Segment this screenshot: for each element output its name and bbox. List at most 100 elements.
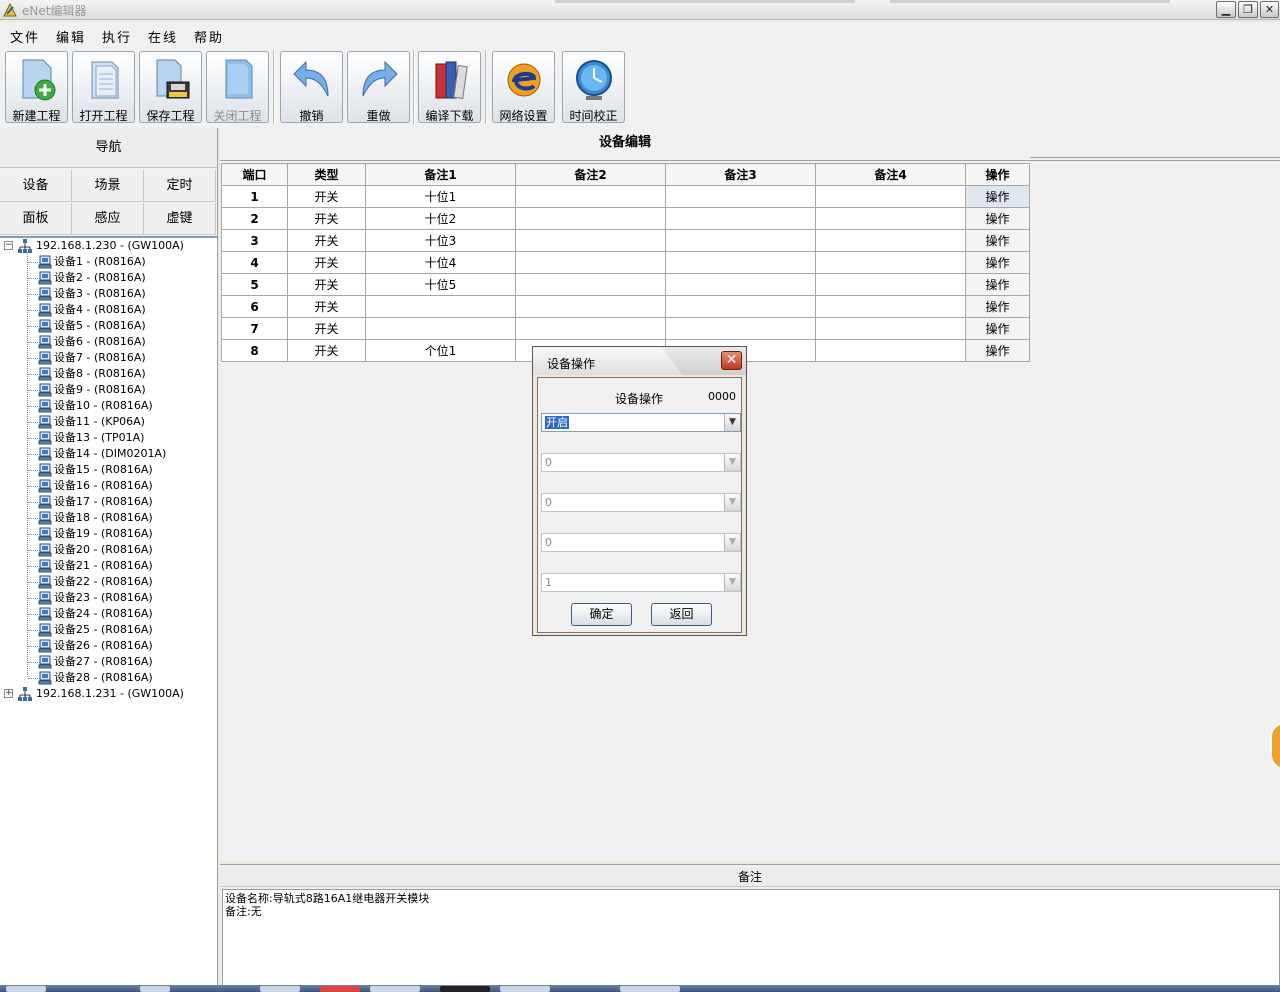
table-row[interactable]: 3 开关 十位3 操作 <box>221 229 1030 252</box>
note4-cell[interactable] <box>815 273 966 296</box>
note1-cell[interactable]: 十位1 <box>365 185 516 208</box>
note2-cell[interactable] <box>515 229 666 252</box>
table-row[interactable]: 1 开关 十位1 操作 <box>221 185 1030 208</box>
operation-cell[interactable]: 操作 <box>965 251 1030 274</box>
note1-cell[interactable]: 个位1 <box>365 339 516 362</box>
note3-cell[interactable] <box>665 317 816 340</box>
note4-cell[interactable] <box>815 185 966 208</box>
note1-cell[interactable]: 十位2 <box>365 207 516 230</box>
column-header-operation[interactable]: 操作 <box>965 163 1030 186</box>
port-cell[interactable]: 8 <box>221 339 288 362</box>
chevron-down-icon[interactable]: ▼ <box>724 534 740 551</box>
tree-gateway-node[interactable]: − 192.168.1.230 - (GW100A) <box>0 238 217 254</box>
port-cell[interactable]: 7 <box>221 317 288 340</box>
type-cell[interactable]: 开关 <box>287 339 366 362</box>
restore-button[interactable]: ❐ <box>1238 1 1258 18</box>
tree-device-node[interactable]: 设备13 - (TP01A) <box>0 430 217 446</box>
tree-device-node[interactable]: 设备25 - (R0816A) <box>0 622 217 638</box>
tree-device-node[interactable]: 设备28 - (R0816A) <box>0 670 217 686</box>
dialog-close-button[interactable]: ✕ <box>721 351 742 370</box>
tree-device-node[interactable]: 设备24 - (R0816A) <box>0 606 217 622</box>
tree-device-node[interactable]: 设备15 - (R0816A) <box>0 462 217 478</box>
taskbar-item[interactable] <box>140 986 170 992</box>
port-cell[interactable]: 6 <box>221 295 288 318</box>
param4-select[interactable]: 1 ▼ <box>541 573 741 592</box>
column-header-note3[interactable]: 备注3 <box>665 163 816 186</box>
note4-cell[interactable] <box>815 339 966 362</box>
nav-device-button[interactable]: 设备 <box>0 170 72 202</box>
type-cell[interactable]: 开关 <box>287 273 366 296</box>
taskbar-item[interactable] <box>260 986 300 992</box>
tree-device-node[interactable]: 设备6 - (R0816A) <box>0 334 217 350</box>
chevron-down-icon[interactable]: ▼ <box>724 454 740 471</box>
note1-cell[interactable] <box>365 317 516 340</box>
operation-cell[interactable]: 操作 <box>965 207 1030 230</box>
note2-cell[interactable] <box>515 273 666 296</box>
note1-cell[interactable] <box>365 295 516 318</box>
note3-cell[interactable] <box>665 295 816 318</box>
menu-help[interactable]: 帮助 <box>194 27 224 46</box>
chevron-down-icon[interactable]: ▼ <box>724 574 740 591</box>
note2-cell[interactable] <box>515 251 666 274</box>
time-calibration-button[interactable]: 时间校正 <box>562 51 625 123</box>
new-project-button[interactable]: 新建工程 <box>5 51 68 123</box>
nav-timer-button[interactable]: 定时 <box>144 170 216 202</box>
tree-device-node[interactable]: 设备21 - (R0816A) <box>0 558 217 574</box>
table-row[interactable]: 5 开关 十位5 操作 <box>221 273 1030 296</box>
tree-device-node[interactable]: 设备5 - (R0816A) <box>0 318 217 334</box>
redo-button[interactable]: 重做 <box>347 51 410 123</box>
tree-device-node[interactable]: 设备19 - (R0816A) <box>0 526 217 542</box>
note4-cell[interactable] <box>815 207 966 230</box>
tree-device-node[interactable]: 设备4 - (R0816A) <box>0 302 217 318</box>
menu-file[interactable]: 文件 <box>10 27 40 46</box>
operation-cell[interactable]: 操作 <box>965 229 1030 252</box>
type-cell[interactable]: 开关 <box>287 185 366 208</box>
tree-device-node[interactable]: 设备11 - (KP06A) <box>0 414 217 430</box>
taskbar-item[interactable] <box>620 986 680 992</box>
minimize-button[interactable]: ▁ <box>1216 1 1236 18</box>
taskbar-item[interactable] <box>440 986 490 992</box>
note3-cell[interactable] <box>665 273 816 296</box>
note3-cell[interactable] <box>665 251 816 274</box>
column-header-note1[interactable]: 备注1 <box>365 163 516 186</box>
taskbar-item[interactable] <box>500 986 550 992</box>
chevron-down-icon[interactable]: ▼ <box>724 414 740 431</box>
note1-cell[interactable]: 十位3 <box>365 229 516 252</box>
operation-cell[interactable]: 操作 <box>965 185 1030 208</box>
param3-select[interactable]: 0 ▼ <box>541 533 741 552</box>
close-project-button[interactable]: 关闭工程 <box>206 51 269 123</box>
port-cell[interactable]: 4 <box>221 251 288 274</box>
note4-cell[interactable] <box>815 229 966 252</box>
close-window-button[interactable]: ✕ <box>1260 1 1279 18</box>
nav-scene-button[interactable]: 场景 <box>72 170 144 202</box>
note3-cell[interactable] <box>665 185 816 208</box>
expand-icon[interactable]: + <box>4 689 13 698</box>
compile-download-button[interactable]: 编译下载 <box>418 51 481 123</box>
type-cell[interactable]: 开关 <box>287 295 366 318</box>
note2-cell[interactable] <box>515 295 666 318</box>
table-row[interactable]: 2 开关 十位2 操作 <box>221 207 1030 230</box>
tree-device-node[interactable]: 设备22 - (R0816A) <box>0 574 217 590</box>
column-header-note2[interactable]: 备注2 <box>515 163 666 186</box>
tree-device-node[interactable]: 设备26 - (R0816A) <box>0 638 217 654</box>
note3-cell[interactable] <box>665 229 816 252</box>
operation-cell[interactable]: 操作 <box>965 317 1030 340</box>
tree-gateway-node[interactable]: +192.168.1.231 - (GW100A) <box>0 686 217 702</box>
note1-cell[interactable]: 十位5 <box>365 273 516 296</box>
port-cell[interactable]: 3 <box>221 229 288 252</box>
menu-edit[interactable]: 编辑 <box>56 27 86 46</box>
tree-device-node[interactable]: 设备2 - (R0816A) <box>0 270 217 286</box>
param1-select[interactable]: 0 ▼ <box>541 453 741 472</box>
chevron-down-icon[interactable]: ▼ <box>724 494 740 511</box>
taskbar-item[interactable] <box>370 986 420 992</box>
type-cell[interactable]: 开关 <box>287 207 366 230</box>
tree-device-node[interactable]: 设备14 - (DIM0201A) <box>0 446 217 462</box>
nav-panel-button[interactable]: 面板 <box>0 203 72 235</box>
param2-select[interactable]: 0 ▼ <box>541 493 741 512</box>
type-cell[interactable]: 开关 <box>287 229 366 252</box>
notes-text-area[interactable]: 设备名称:导轨式8路16A1继电器开关模块 备注:无 <box>222 889 1280 987</box>
tree-device-node[interactable]: 设备3 - (R0816A) <box>0 286 217 302</box>
floating-assistant-icon[interactable] <box>1270 722 1280 770</box>
note3-cell[interactable] <box>665 207 816 230</box>
column-header-type[interactable]: 类型 <box>287 163 366 186</box>
